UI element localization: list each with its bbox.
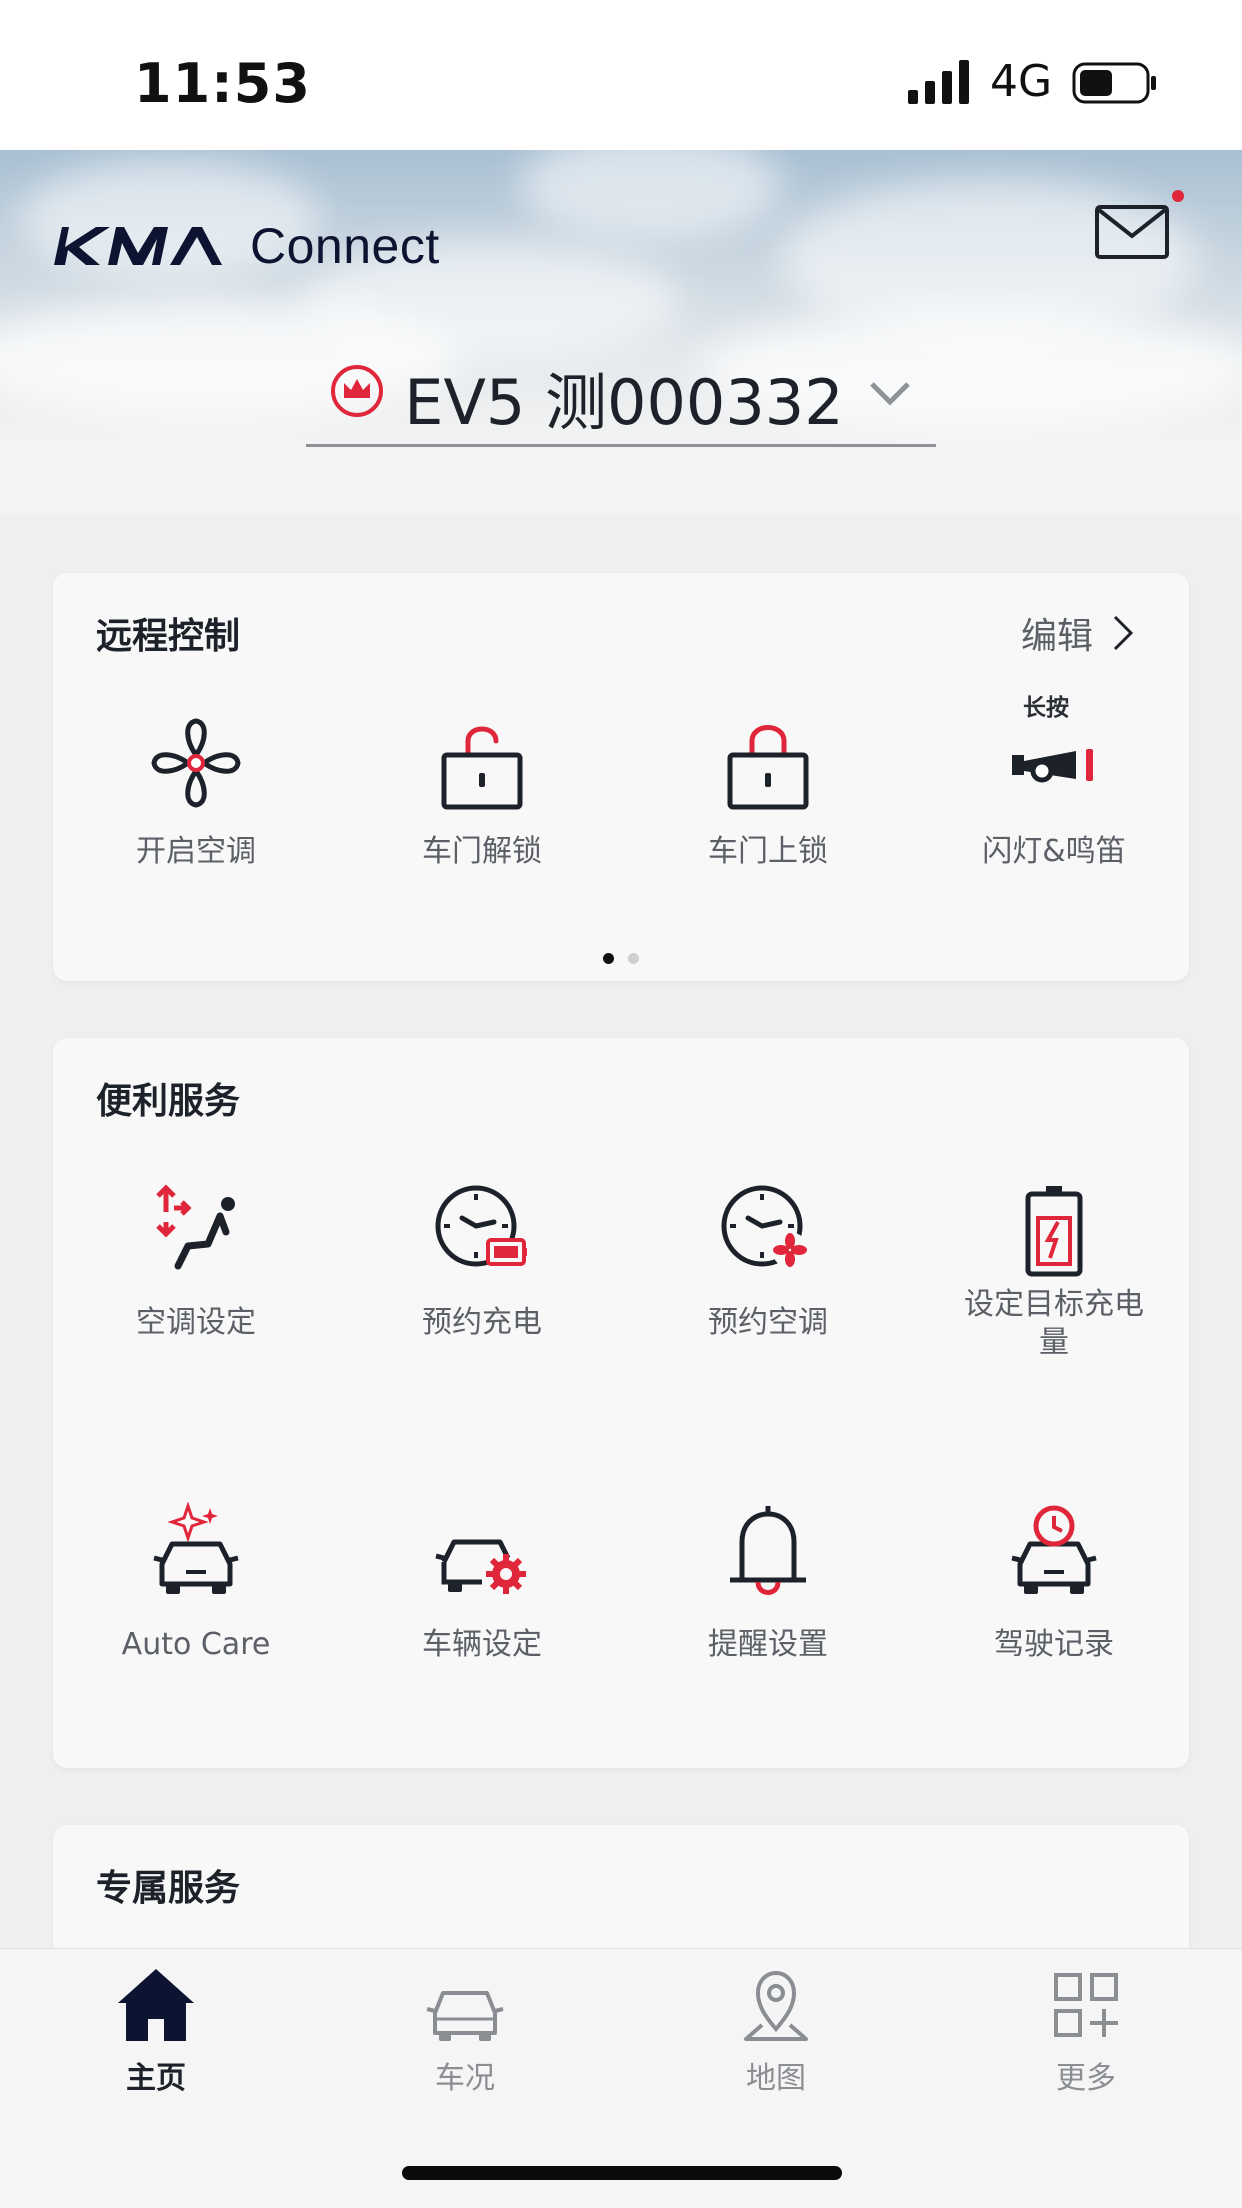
nav-home[interactable]: 主页 [56, 1963, 256, 2097]
flash-horn-button[interactable]: 闪灯&鸣笛 [911, 715, 1197, 871]
vehicle-selector[interactable]: EV5 测000332 [306, 350, 936, 447]
fan-icon [151, 718, 241, 808]
start-ac-label: 开启空调 [136, 834, 256, 869]
scheduled-charge-button[interactable]: 预约充电 [339, 1182, 625, 1342]
vehicle-name: EV5 测000332 [404, 366, 844, 439]
car-settings-icon [435, 1539, 526, 1594]
target-charge-label: 设定目标充电量 [964, 1287, 1144, 1360]
reminder-settings-label: 提醒设置 [708, 1627, 828, 1662]
climate-setting-label: 空调设定 [136, 1305, 256, 1340]
scheduled-ac-button[interactable]: 预约空调 [625, 1182, 911, 1342]
door-unlock-label: 车门解锁 [422, 834, 542, 869]
edit-label: 编辑 [1020, 616, 1093, 657]
vehicle-settings-button[interactable]: 车辆设定 [339, 1502, 625, 1664]
auto-care-label: Auto Care [121, 1627, 271, 1662]
crown-badge-icon [331, 365, 384, 417]
nav-map[interactable]: 地图 [676, 1963, 876, 2097]
mail-icon[interactable] [1094, 204, 1170, 260]
door-lock-label: 车门上锁 [708, 834, 828, 869]
signal-icon [908, 60, 969, 104]
page-indicator [53, 953, 1189, 964]
bell-icon [730, 1506, 806, 1595]
chevron-right-icon [1113, 615, 1134, 651]
status-time: 11:53 [134, 52, 311, 115]
unlock-icon [441, 726, 523, 810]
scheduled-charge-label: 预约充电 [422, 1305, 542, 1340]
nav-more-label: 更多 [1056, 2061, 1116, 2096]
home-indicator[interactable] [402, 2166, 842, 2180]
drive-record-label: 驾驶记录 [994, 1627, 1114, 1662]
notification-dot [1172, 190, 1184, 202]
scheduled-charge-icon [435, 1185, 527, 1267]
car-status-icon [426, 1991, 504, 2041]
battery-target-icon [1025, 1186, 1083, 1277]
nav-car-status-label: 车况 [435, 2061, 495, 2096]
status-bar: 11:53 4G [0, 0, 1242, 150]
drive-record-button[interactable]: 驾驶记录 [911, 1502, 1197, 1664]
flash-horn-label: 闪灯&鸣笛 [982, 834, 1126, 869]
home-screen: 11:53 4G Connect EV5 测000332 远程控制 编辑 开启空… [0, 0, 1242, 2208]
brand-connect: Connect [250, 218, 440, 274]
target-charge-button[interactable]: 设定目标充电量 [911, 1182, 1197, 1362]
battery-icon [1072, 62, 1156, 104]
seat-climate-icon [156, 1184, 235, 1270]
scheduled-climate-icon [721, 1185, 808, 1268]
edit-button[interactable]: 编辑 [1021, 607, 1135, 659]
chevron-down-icon [869, 382, 910, 406]
nav-map-label: 地图 [746, 2061, 806, 2096]
vehicle-settings-label: 车辆设定 [422, 1627, 542, 1662]
kia-logo-icon [54, 227, 222, 265]
exclusive-title: 专属服务 [96, 1868, 241, 1909]
start-ac-button[interactable]: 开启空调 [53, 715, 339, 871]
lock-icon [727, 725, 809, 810]
climate-setting-button[interactable]: 空调设定 [53, 1182, 339, 1342]
auto-care-button[interactable]: Auto Care [53, 1502, 339, 1664]
auto-care-icon [153, 1502, 239, 1594]
kia-connect-logo: Connect [52, 216, 440, 276]
network-type: 4G [990, 56, 1053, 107]
nav-car-status[interactable]: 车况 [365, 1963, 565, 2097]
convenience-title: 便利服务 [96, 1081, 241, 1122]
nav-more[interactable]: 更多 [986, 1963, 1186, 2097]
home-icon [118, 1969, 194, 2041]
scheduled-ac-label: 预约空调 [708, 1305, 828, 1340]
map-pin-icon [744, 1970, 808, 2041]
door-unlock-button[interactable]: 车门解锁 [339, 715, 625, 871]
remote-control-title: 远程控制 [96, 616, 241, 657]
page-dot-active [603, 953, 614, 964]
door-lock-button[interactable]: 车门上锁 [625, 715, 911, 871]
drive-record-icon [1011, 1505, 1097, 1594]
remote-control-card: 远程控制 编辑 开启空调 车门解锁 车门上锁 长按 闪灯&鸣笛 [53, 573, 1189, 981]
reminder-settings-button[interactable]: 提醒设置 [625, 1502, 911, 1664]
nav-home-label: 主页 [126, 2061, 186, 2096]
more-grid-icon [1054, 1973, 1118, 2037]
horn-icon [1012, 749, 1093, 783]
page-dot [628, 953, 639, 964]
app-header: Connect EV5 测000332 [0, 150, 1242, 515]
convenience-card: 便利服务 空调设定 预约充电 预约空调 设定目标充电量 Auto Care 车辆… [53, 1038, 1189, 1768]
